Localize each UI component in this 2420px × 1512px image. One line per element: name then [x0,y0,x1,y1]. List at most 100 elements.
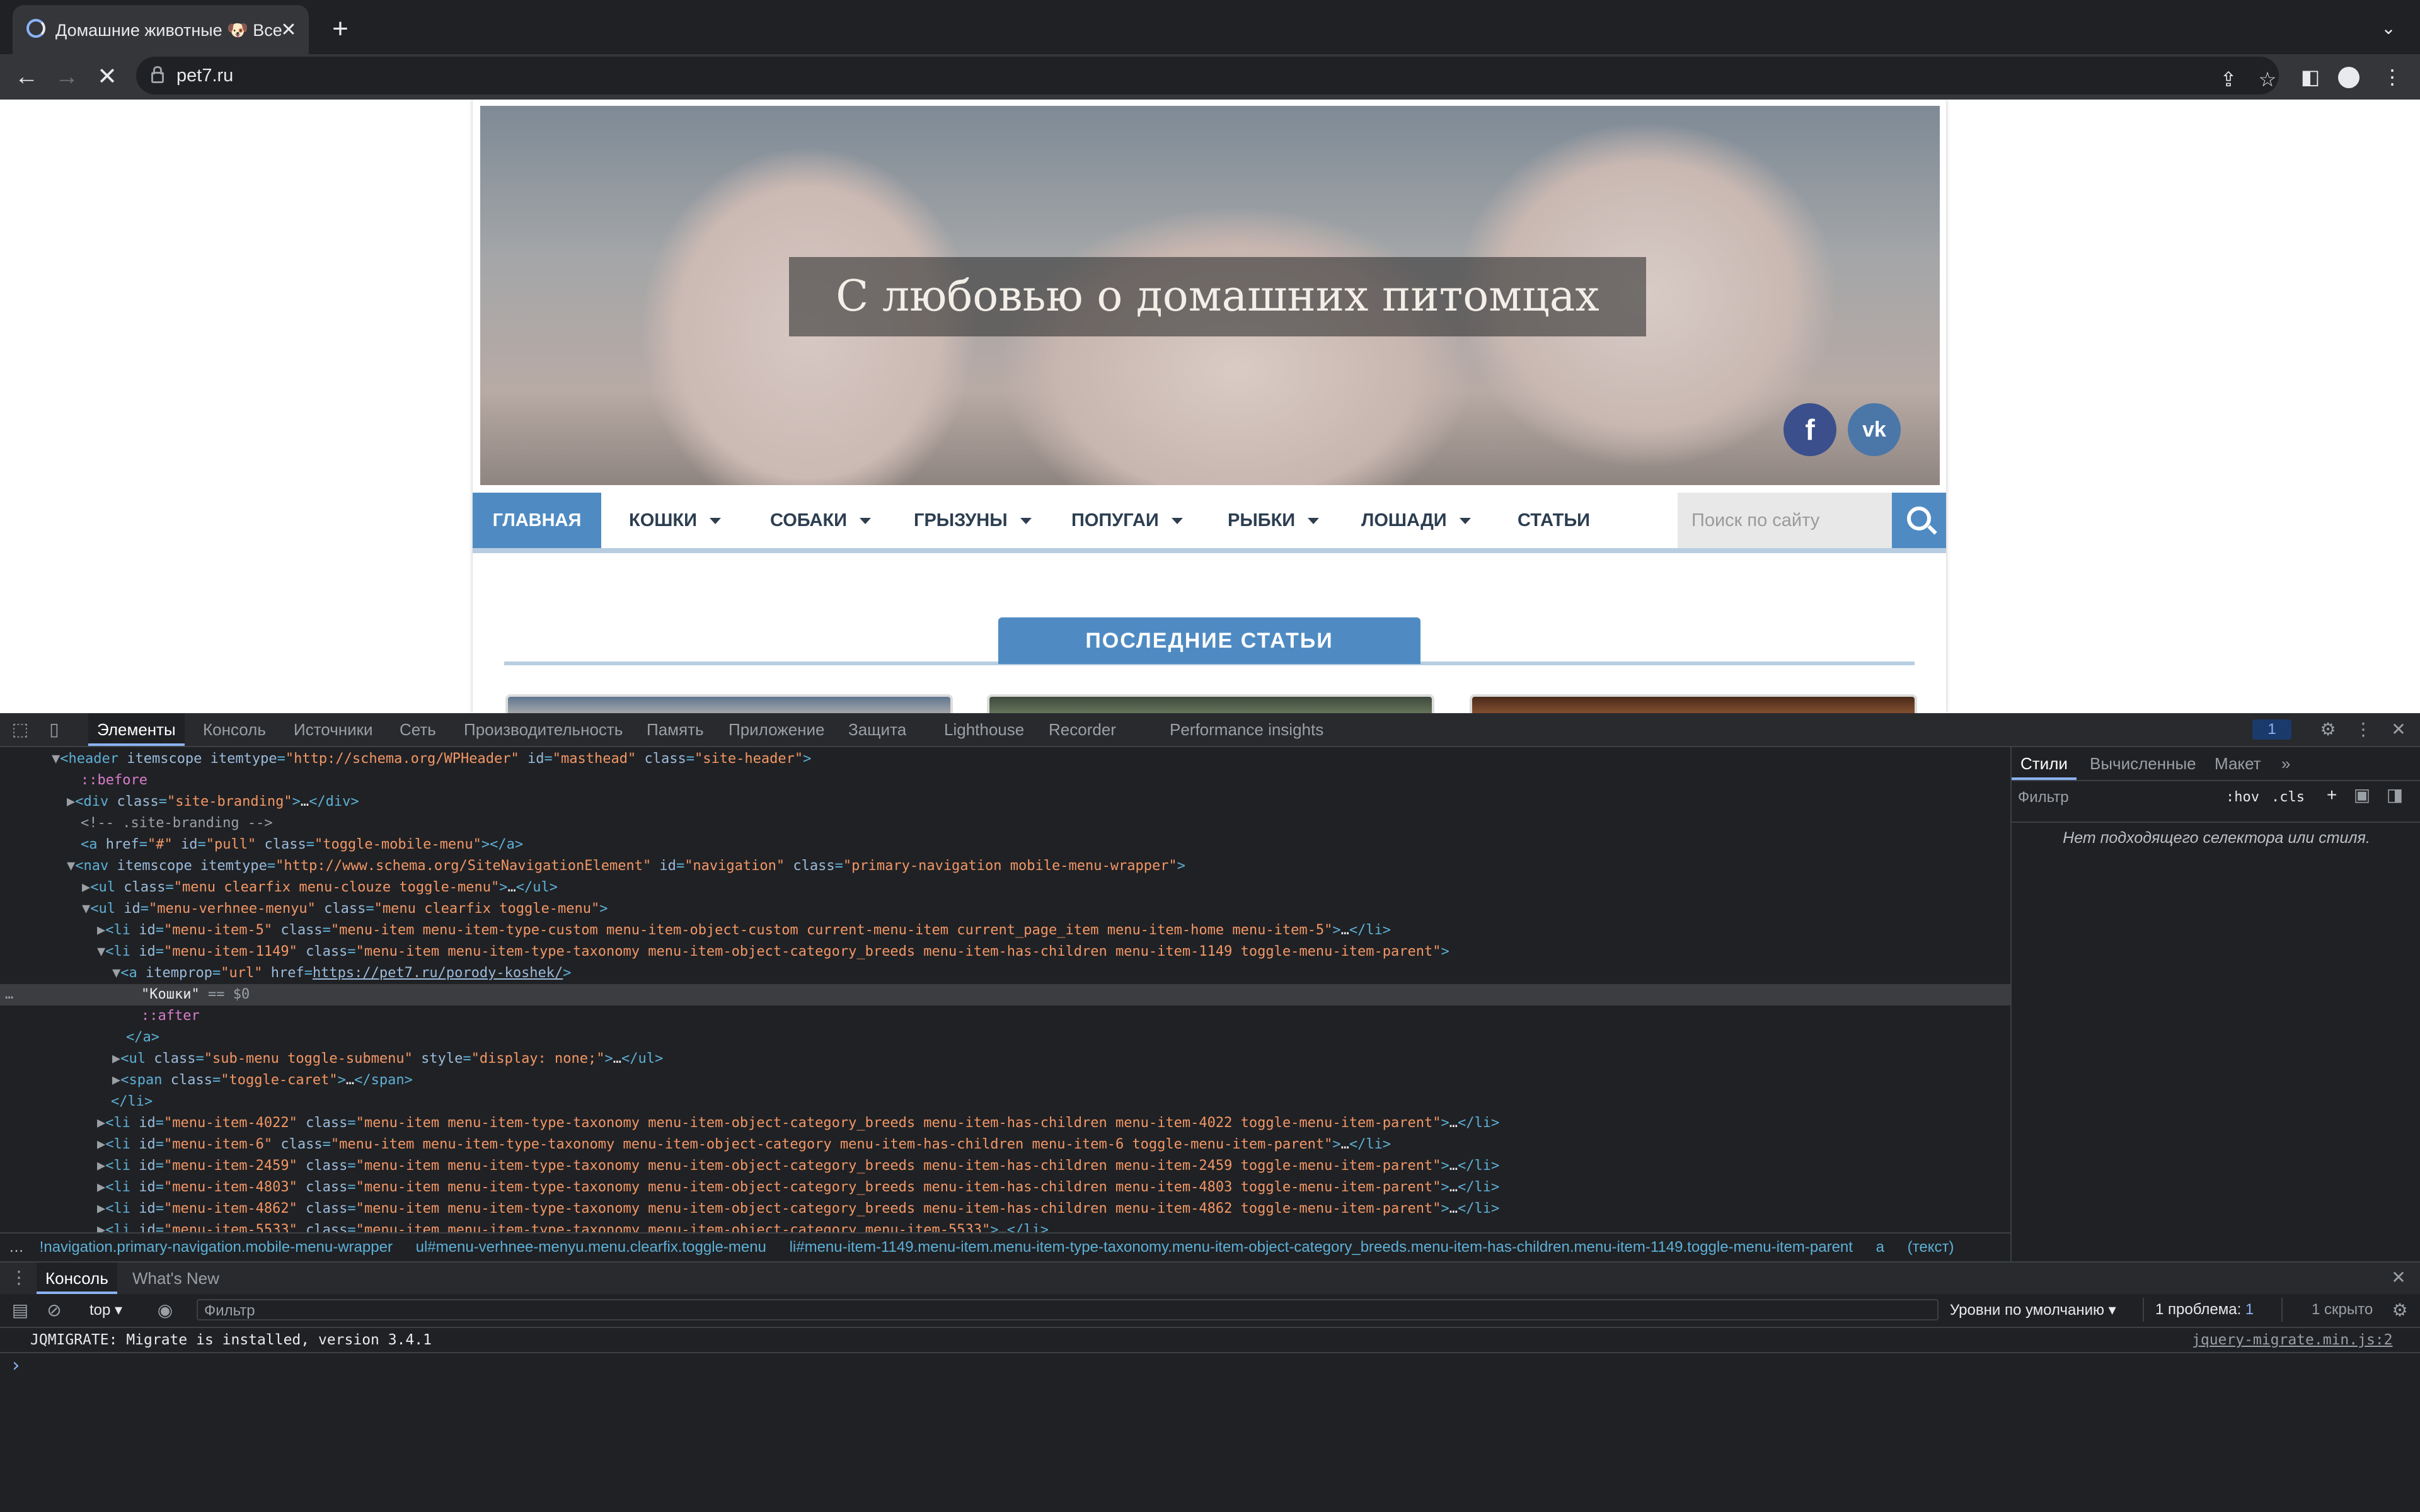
article-card[interactable] [1470,694,1917,713]
expand-triangle-icon[interactable]: ▼ [82,901,90,917]
tab-recorder[interactable]: Recorder [1049,713,1116,746]
dom-tree-line[interactable]: ▼<header itemscope itemtype="http://sche… [0,748,2010,770]
styles-filter-input[interactable]: Фильтр [2018,786,2232,809]
dom-tree-line[interactable]: ::after [0,1005,2010,1027]
hover-state-toggle[interactable]: :hov [2226,786,2276,809]
forward-button[interactable]: → [54,64,79,89]
nav-item-horses[interactable]: ЛОШАДИ [1361,493,1471,548]
dom-token[interactable]: https://pet7.ru/porody-koshek/ [313,965,563,981]
breadcrumb-item-li[interactable]: li#menu-item-1149.menu-item.menu-item-ty… [790,1239,1853,1256]
expand-triangle-icon[interactable]: ▶ [97,1222,105,1232]
back-button[interactable]: ← [14,64,39,89]
dom-tree-line[interactable]: ▶<li id="menu-item-4022" class="menu-ite… [0,1113,2010,1134]
expand-triangle-icon[interactable]: ▼ [67,858,75,874]
dom-tree-line[interactable]: <a href="#" id="pull" class="toggle-mobi… [0,834,2010,856]
dom-tree-line[interactable]: ▶<li id="menu-item-5533" class="menu-ite… [0,1220,2010,1232]
browser-menu-icon[interactable]: ⋮ [2380,64,2405,89]
drawer-tab-whats-new[interactable]: What's New [132,1263,219,1294]
tab-computed[interactable]: Вычисленные [2090,747,2196,780]
console-filter-input[interactable]: Фильтр [197,1299,1939,1320]
inspect-element-icon[interactable]: ⬚ [9,718,32,741]
dom-tree-line[interactable]: ▼<li id="menu-item-1149" class="menu-ite… [0,941,2010,963]
expand-triangle-icon[interactable]: ▶ [97,1201,105,1217]
address-bar[interactable]: pet7.ru ⇪ ☆ [136,57,2279,94]
nav-item-fish[interactable]: РЫБКИ [1228,493,1320,548]
tab-search-chevron-icon[interactable]: ⌄ [2377,18,2400,40]
tab-styles[interactable]: Стили [2012,747,2077,780]
tab-network[interactable]: Сеть [400,713,436,746]
dom-tree-line[interactable]: </li> [0,1091,2010,1113]
devtools-menu-icon[interactable]: ⋮ [2352,718,2375,741]
selected-node-ellipsis[interactable]: … [5,984,13,1005]
dom-tree-line[interactable]: ▶<li id="menu-item-4803" class="menu-ite… [0,1177,2010,1198]
close-devtools-icon[interactable]: ✕ [2387,718,2410,741]
console-prompt[interactable]: › [10,1353,21,1378]
expand-triangle-icon[interactable]: ▶ [112,1051,120,1067]
dom-tree-line[interactable]: ::before [0,770,2010,791]
expand-triangle-icon[interactable]: ▶ [67,794,75,810]
close-drawer-icon[interactable]: ✕ [2387,1266,2410,1289]
share-icon[interactable]: ⇪ [2216,67,2241,92]
tab-performance-insights[interactable]: Performance insights [1170,713,1323,746]
nav-item-cats[interactable]: КОШКИ [629,493,721,548]
site-search-input[interactable] [1678,493,1892,548]
breadcrumb-item-ul[interactable]: ul#menu-verhnee-menyu.menu.clearfix.togg… [416,1239,766,1256]
tab-application[interactable]: Приложение [729,713,825,746]
nav-item-articles[interactable]: СТАТЬИ [1518,493,1590,548]
element-state-icon[interactable]: ▣ [2351,784,2373,806]
tab-layout[interactable]: Макет [2215,747,2261,780]
console-message-source-link[interactable]: jquery-migrate.min.js:2 [2192,1328,2393,1352]
breadcrumb-item-a[interactable]: a [1876,1239,1884,1256]
browser-tab[interactable]: Домашние животные 🐶 Все о ✕ [13,5,309,54]
more-tabs-icon[interactable]: » [2281,747,2290,780]
tab-lighthouse[interactable]: Lighthouse [944,713,1024,746]
dom-tree-line[interactable]: ▶<li id="menu-item-5" class="menu-item m… [0,920,2010,941]
breadcrumb-ellipsis[interactable]: … [9,1239,24,1256]
add-style-rule-icon[interactable]: + [2320,784,2343,806]
tab-security[interactable]: Защита [848,713,906,746]
dom-tree-line[interactable]: ▶<div class="site-branding">…</div> [0,791,2010,813]
dom-tree-line[interactable]: ▶<ul class="menu clearfix menu-clouze to… [0,877,2010,898]
new-tab-button[interactable]: + [328,15,353,43]
article-card[interactable] [505,694,953,713]
dom-tree-line[interactable]: ▶<li id="menu-item-2459" class="menu-ite… [0,1155,2010,1177]
dom-tree-line[interactable]: ▼<ul id="menu-verhnee-menyu" class="menu… [0,898,2010,920]
facebook-icon[interactable]: f [1783,403,1836,456]
dom-tree-line[interactable]: ▶<li id="menu-item-6" class="menu-item m… [0,1134,2010,1155]
breadcrumb-item-nav[interactable]: !navigation.primary-navigation.mobile-me… [40,1239,393,1256]
tab-sources[interactable]: Источники [294,713,373,746]
expand-triangle-icon[interactable]: ▶ [97,1158,105,1174]
expand-triangle-icon[interactable]: ▼ [112,965,120,981]
bookmark-star-icon[interactable]: ☆ [2255,67,2280,92]
tab-memory[interactable]: Память [647,713,704,746]
settings-gear-icon[interactable]: ⚙ [2317,718,2339,741]
console-sidebar-icon[interactable]: ▤ [9,1299,32,1322]
tab-elements[interactable]: Элементы [88,713,185,746]
dom-tree-line[interactable]: ▶<ul class="sub-menu toggle-submenu" sty… [0,1048,2010,1070]
expand-triangle-icon[interactable]: ▶ [82,879,90,895]
context-selector[interactable]: top ▾ [89,1299,140,1322]
expand-triangle-icon[interactable]: ▼ [97,944,105,959]
expand-triangle-icon[interactable]: ▼ [52,751,60,767]
dom-tree-line[interactable]: <!-- .site-branding --> [0,813,2010,834]
drawer-menu-icon[interactable]: ⋮ [8,1266,30,1289]
dom-tree-line[interactable]: ▼<a itemprop="url" href=https://pet7.ru/… [0,963,2010,984]
nav-item-dogs[interactable]: СОБАКИ [770,493,872,548]
clear-console-icon[interactable]: ⊘ [43,1299,66,1322]
nav-item-parrots[interactable]: ПОПУГАИ [1071,493,1183,548]
expand-triangle-icon[interactable]: ▶ [97,1115,105,1131]
breadcrumb-item-text[interactable]: (текст) [1908,1239,1954,1256]
profile-avatar-icon[interactable] [2338,67,2360,88]
expand-triangle-icon[interactable]: ▶ [97,922,105,938]
search-button[interactable] [1892,493,1946,548]
expand-triangle-icon[interactable]: ▶ [97,1137,105,1152]
expand-triangle-icon[interactable]: ▶ [97,1179,105,1195]
issues-counter[interactable]: 1 проблема: 1 [2143,1298,2283,1322]
stop-loading-button[interactable]: ✕ [95,64,120,89]
nav-item-rodents[interactable]: ГРЫЗУНЫ [914,493,1032,548]
dom-tree-line[interactable]: … "Кошки" == $0 [0,984,2010,1005]
tab-console[interactable]: Консоль [203,713,266,746]
expand-triangle-icon[interactable]: ▶ [112,1072,120,1088]
dom-tree-line[interactable]: ▶<li id="menu-item-4862" class="menu-ite… [0,1198,2010,1220]
live-expression-eye-icon[interactable]: ◉ [154,1299,176,1322]
